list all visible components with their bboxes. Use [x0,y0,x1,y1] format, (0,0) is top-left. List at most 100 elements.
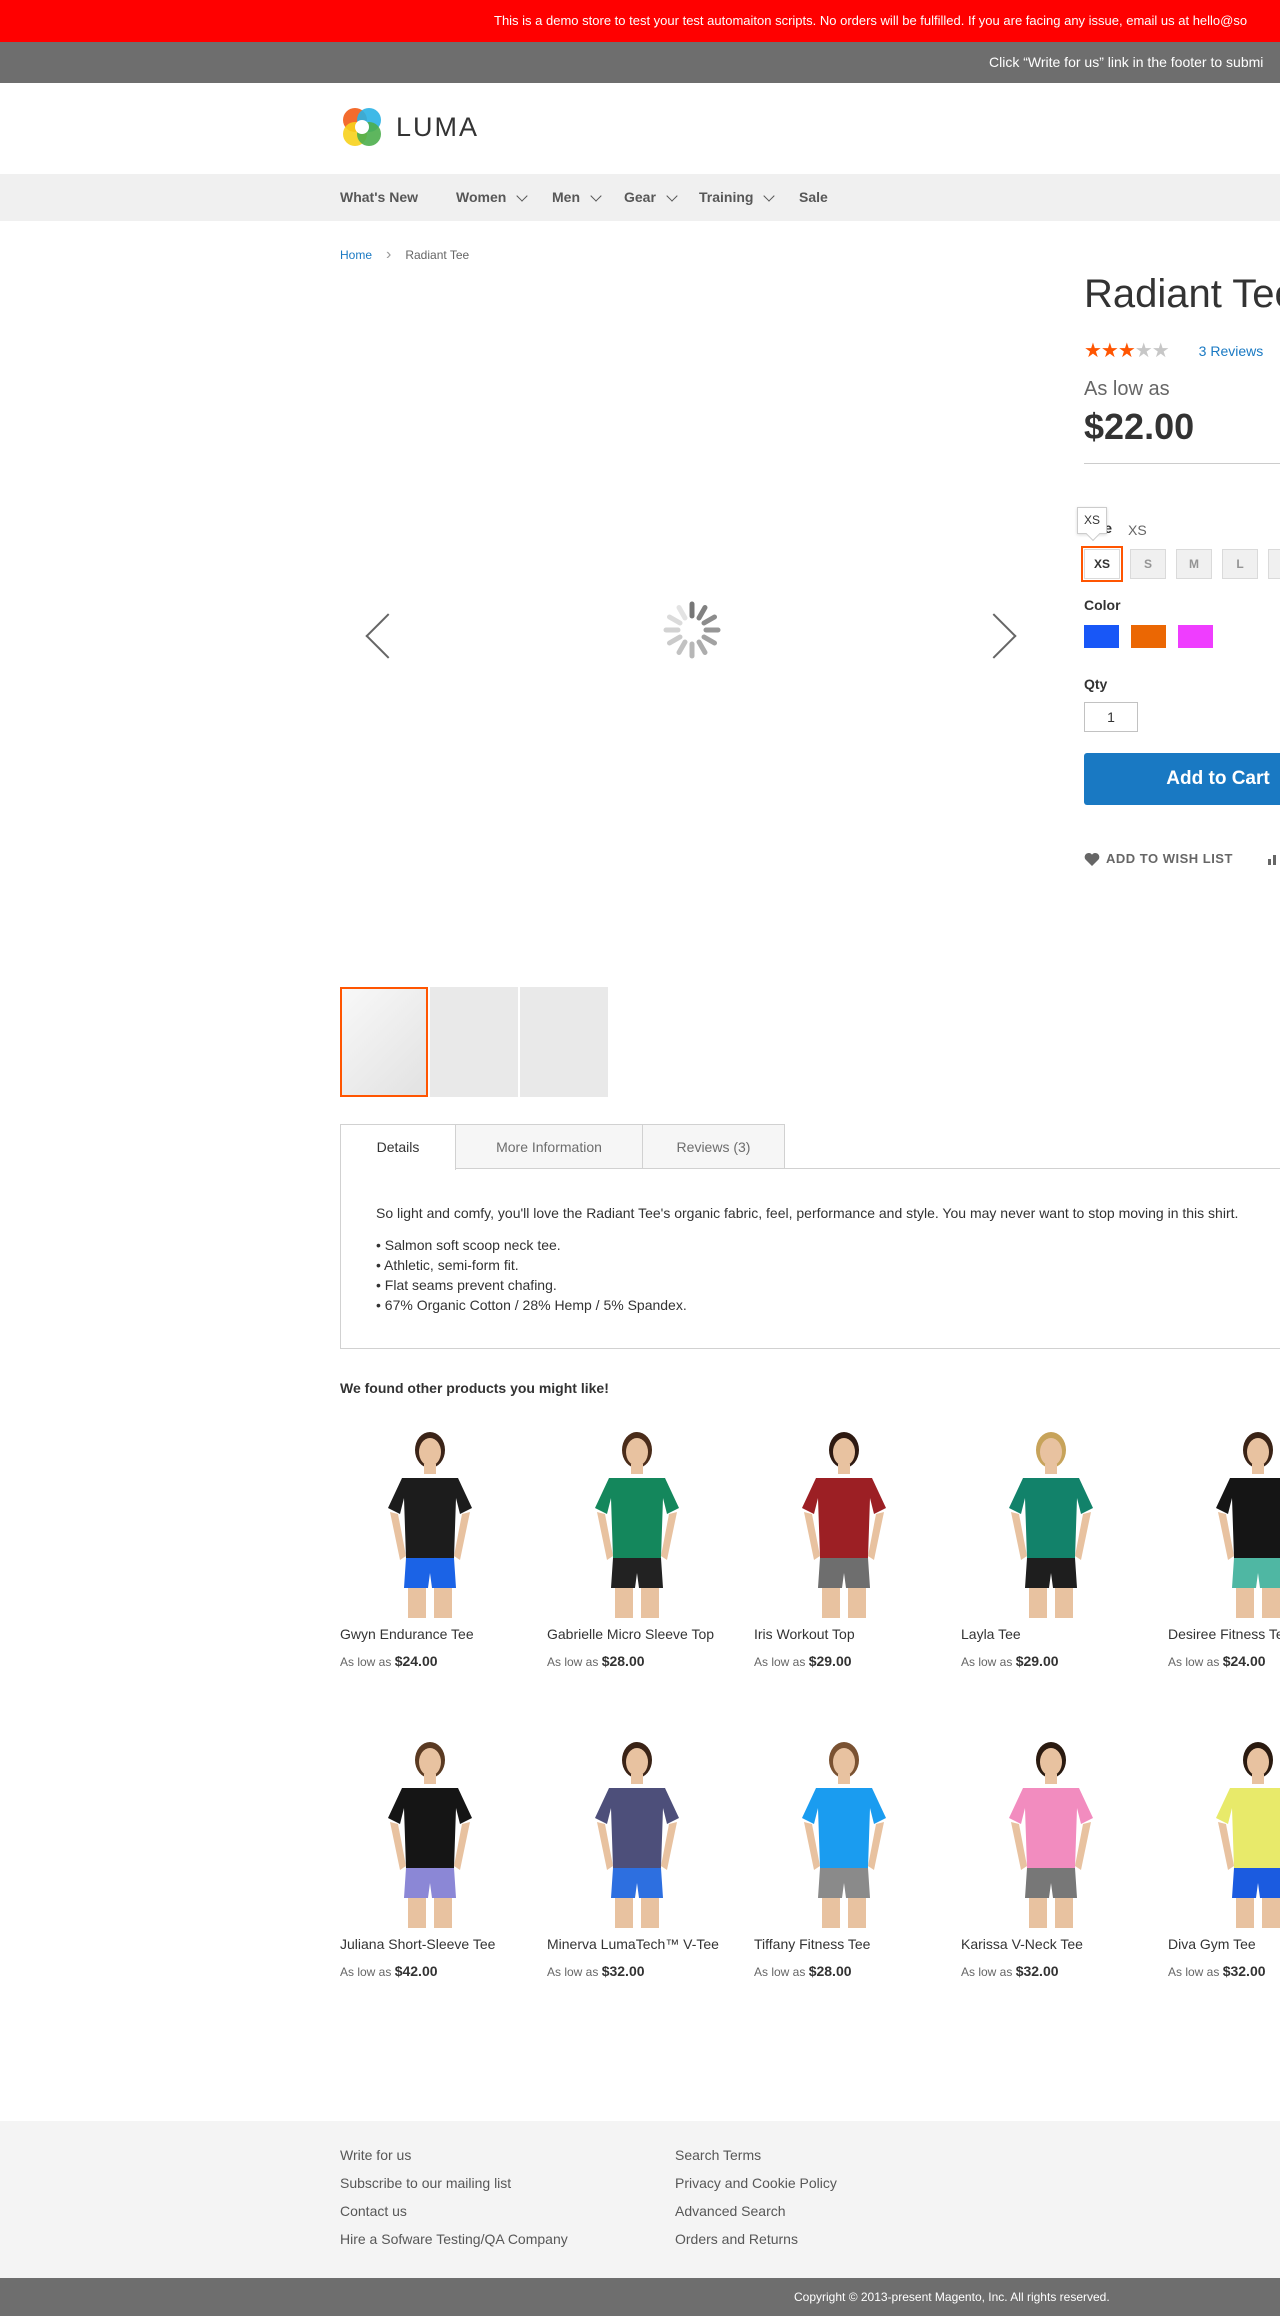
product-photo[interactable] [547,1428,727,1618]
add-to-cart-button[interactable]: Add to Cart [1084,753,1280,805]
nav-item-training[interactable]: Training [699,174,776,221]
nav-item-sale[interactable]: Sale [799,174,828,221]
color-label: Color [1084,597,1121,613]
nav-label: Gear [624,189,656,205]
footer-link-advanced-search[interactable]: Advanced Search [675,2197,837,2225]
nav-item-gear[interactable]: Gear [624,174,678,221]
product-card-price: As low as $24.00 [340,1653,520,1669]
footer-link-search-terms[interactable]: Search Terms [675,2141,837,2169]
price-prefix: As low as [961,1965,1013,1979]
color-swatch-blue[interactable] [1084,625,1119,648]
chevron-down-icon [516,189,528,202]
footer-link-privacy[interactable]: Privacy and Cookie Policy [675,2169,837,2197]
footer-link-contact[interactable]: Contact us [340,2197,568,2225]
gallery-next-arrow-icon[interactable] [988,610,1018,656]
reviews-link[interactable]: 3 Reviews [1199,343,1264,359]
product-name[interactable]: Layla Tee [961,1625,1141,1644]
product-photo[interactable] [1168,1738,1280,1928]
gallery-prev-arrow-icon[interactable] [362,610,392,656]
size-option-xs[interactable]: XS [1081,546,1123,582]
size-selected-value: XS [1128,522,1147,538]
nav-item-men[interactable]: Men [552,174,602,221]
price-prefix: As low as [1084,378,1170,400]
color-swatch-purple[interactable] [1178,625,1213,648]
product-name[interactable]: Gabrielle Micro Sleeve Top [547,1625,727,1644]
product-name[interactable]: Iris Workout Top [754,1625,934,1644]
details-bullets: • Salmon soft scoop neck tee. • Athletic… [376,1235,687,1315]
color-swatch-orange[interactable] [1131,625,1166,648]
product-name[interactable]: Karissa V-Neck Tee [961,1935,1141,1954]
chevron-down-icon [763,189,776,202]
product-name[interactable]: Diva Gym Tee [1168,1935,1280,1954]
product-photo[interactable] [1168,1428,1280,1618]
price-value: $32.00 [1015,1963,1059,1979]
details-bullet: • Flat seams prevent chafing. [376,1277,557,1293]
tab-details[interactable]: Details [340,1124,456,1170]
footer-link-write-for-us[interactable]: Write for us [340,2141,568,2169]
size-option-m[interactable]: M [1176,549,1212,579]
size-option-xl[interactable] [1268,549,1280,579]
add-to-wishlist-link[interactable]: ADD TO WISH LIST [1084,851,1233,866]
product-photo[interactable] [961,1428,1141,1618]
qty-input[interactable] [1084,702,1138,732]
price-value: $29.00 [1015,1653,1059,1669]
main-nav: What's New Women Men Gear Training Sale [0,174,1280,221]
nav-item-women[interactable]: Women [456,174,528,221]
product-card[interactable]: Juliana Short-Sleeve Tee As low as $42.0… [340,1738,520,1979]
price-prefix: As low as [1168,1965,1220,1979]
price-prefix: As low as [340,1965,392,1979]
chevron-down-icon [590,189,602,202]
product-card[interactable]: Layla Tee As low as $29.00 [961,1428,1141,1669]
product-photo[interactable] [340,1738,520,1928]
product-name[interactable]: Gwyn Endurance Tee [340,1625,520,1644]
tab-more-information[interactable]: More Information [455,1124,643,1169]
site-header: LUMA [0,83,1280,174]
product-photo[interactable] [340,1428,520,1618]
product-card-price: As low as $32.00 [547,1963,727,1979]
thumbnail-2[interactable] [430,987,518,1097]
size-option-s[interactable]: S [1130,549,1166,579]
product-card-price: As low as $28.00 [754,1963,934,1979]
product-card[interactable]: Diva Gym Tee As low as $32.00 [1168,1738,1280,1979]
footer-link-subscribe[interactable]: Subscribe to our mailing list [340,2169,568,2197]
product-name[interactable]: Tiffany Fitness Tee [754,1935,934,1954]
footer-link-orders-returns[interactable]: Orders and Returns [675,2225,837,2253]
product-card[interactable]: Desiree Fitness Tee As low as $24.00 [1168,1428,1280,1669]
compare-icon[interactable] [1268,853,1280,865]
thumbnail-1[interactable] [340,987,428,1097]
product-card-price: As low as $24.00 [1168,1653,1280,1669]
gallery-thumbnails [340,987,608,1097]
product-card[interactable]: Karissa V-Neck Tee As low as $32.00 [961,1738,1141,1979]
related-products-title: We found other products you might like! [340,1380,609,1396]
heart-icon [1084,852,1100,866]
product-card[interactable]: Gabrielle Micro Sleeve Top As low as $28… [547,1428,727,1669]
product-photo[interactable] [961,1738,1141,1928]
product-photo[interactable] [547,1738,727,1928]
details-panel: So light and comfy, you'll love the Radi… [340,1168,1280,1349]
product-photo[interactable] [754,1738,934,1928]
luma-logo[interactable]: LUMA [340,104,479,150]
footer-links-col-2: Search Terms Privacy and Cookie Policy A… [675,2141,837,2253]
breadcrumb-home-link[interactable]: Home [340,248,372,262]
product-name[interactable]: Juliana Short-Sleeve Tee [340,1935,520,1954]
price-value: $42.00 [394,1963,438,1979]
footer-link-hire[interactable]: Hire a Sofware Testing/QA Company [340,2225,568,2253]
product-card[interactable]: Minerva LumaTech™ V-Tee As low as $32.00 [547,1738,727,1979]
product-rating: ★★★★★ 3 Reviews [1084,340,1263,362]
product-card[interactable]: Iris Workout Top As low as $29.00 [754,1428,934,1669]
thumbnail-3[interactable] [520,987,608,1097]
price-value: $28.00 [808,1963,852,1979]
demo-notice-text: This is a demo store to test your test a… [494,13,1248,28]
product-card[interactable]: Gwyn Endurance Tee As low as $24.00 [340,1428,520,1669]
size-options: XS S M L [1081,546,1280,582]
product-photo[interactable] [754,1428,934,1618]
product-name[interactable]: Minerva LumaTech™ V-Tee [547,1935,727,1954]
copyright-bar: Copyright © 2013-present Magento, Inc. A… [0,2278,1280,2316]
product-name[interactable]: Desiree Fitness Tee [1168,1625,1280,1644]
tab-reviews[interactable]: Reviews (3) [642,1124,785,1169]
product-tabs: Details More Information Reviews (3) [340,1124,785,1170]
logo-text: LUMA [396,111,480,142]
nav-item-whats-new[interactable]: What's New [340,174,418,221]
product-card[interactable]: Tiffany Fitness Tee As low as $28.00 [754,1738,934,1979]
size-option-l[interactable]: L [1222,549,1258,579]
